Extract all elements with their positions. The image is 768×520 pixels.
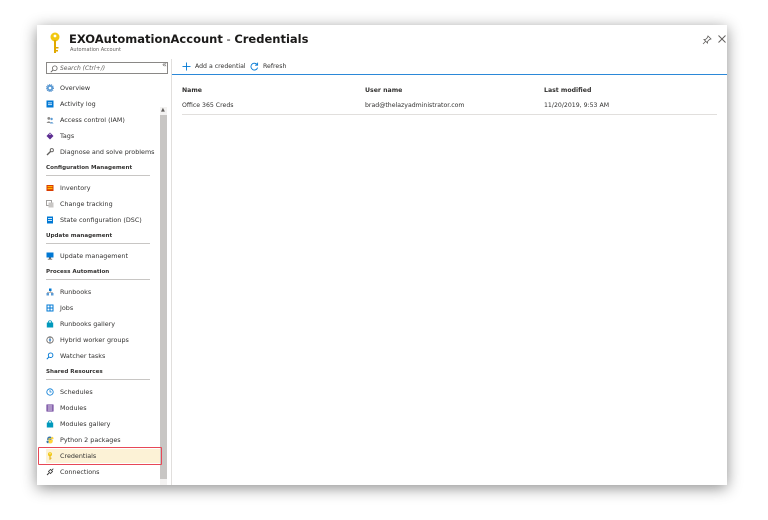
sidebar-item-python-packages[interactable]: Python 2 packages [46, 433, 160, 447]
sidebar-item-diagnose[interactable]: Diagnose and solve problems [46, 145, 160, 159]
sidebar-scrollbar-thumb[interactable] [160, 115, 167, 479]
sidebar-item-watcher-tasks[interactable]: Watcher tasks [46, 349, 160, 363]
sidebar-item-credentials[interactable]: Credentials [38, 447, 162, 465]
section-process-automation: Process Automation [46, 269, 156, 280]
sidebar-item-label: State configuration (DSC) [60, 216, 142, 224]
sidebar-item-label: Overview [60, 84, 91, 92]
modules-icon [46, 404, 54, 412]
sidebar-item-jobs[interactable]: Jobs [46, 301, 160, 315]
section-update-management: Update management [46, 233, 156, 244]
column-header-name[interactable]: Name [182, 87, 202, 94]
sidebar-item-connections[interactable]: Connections [46, 465, 160, 479]
sidebar-item-label: Schedules [60, 388, 93, 396]
column-header-user-name[interactable]: User name [365, 87, 402, 94]
bag-icon [46, 420, 54, 428]
add-credential-label: Add a credential [195, 62, 246, 70]
sidebar-item-label: Jobs [60, 304, 74, 312]
main-content: Add a credential Refresh Name User name … [172, 59, 727, 485]
sidebar-item-label: Diagnose and solve problems [60, 148, 155, 156]
page-title: EXOAutomationAccount - Credentials [69, 32, 308, 46]
pin-icon[interactable] [702, 35, 712, 45]
sidebar-item-change-tracking[interactable]: Change tracking [46, 197, 160, 211]
people-icon [46, 117, 54, 124]
monitor-icon [46, 252, 54, 260]
sidebar-item-access-control[interactable]: Access control (IAM) [46, 113, 160, 127]
scroll-up-arrow-icon[interactable]: ▲ [161, 107, 165, 113]
clock-icon [46, 388, 54, 396]
sidebar-item-label: Runbooks [60, 288, 92, 296]
inventory-icon [46, 185, 54, 191]
sidebar-item-label: Change tracking [60, 200, 113, 208]
search-icon [50, 65, 58, 73]
sidebar-item-label: Credentials [60, 452, 97, 460]
section-shared-resources: Shared Resources [46, 369, 156, 380]
sidebar-item-label: Modules [60, 404, 87, 412]
automation-account-blade: EXOAutomationAccount - Credentials Autom… [37, 25, 727, 485]
sidebar-item-modules[interactable]: Modules [46, 401, 160, 415]
sidebar-item-overview[interactable]: Overview [46, 81, 160, 95]
sidebar-item-update-management[interactable]: Update management [46, 249, 160, 263]
title-separator: - [222, 32, 235, 46]
refresh-label: Refresh [263, 62, 287, 70]
table-row[interactable]: Office 365 Creds brad@thelazyadministrat… [182, 102, 717, 115]
sidebar-item-label: Activity log [60, 100, 96, 108]
hybrid-icon [46, 336, 54, 344]
key-icon [50, 32, 60, 53]
sidebar-item-inventory[interactable]: Inventory [46, 181, 160, 195]
bag-icon [46, 320, 54, 328]
wrench-icon [46, 148, 54, 156]
refresh-button[interactable]: Refresh [250, 61, 286, 71]
plug-icon [46, 468, 54, 476]
change-tracking-icon [46, 200, 54, 208]
sidebar-item-label: Hybrid worker groups [60, 336, 129, 344]
sidebar: « ▲ Overview Activity log Access control… [37, 59, 171, 485]
section-configuration-management: Configuration Management [46, 165, 156, 176]
dsc-icon [47, 216, 53, 224]
sidebar-item-label: Tags [60, 132, 75, 140]
magnifier-icon [46, 352, 54, 360]
grid-header: Name User name Last modified [182, 87, 717, 99]
plus-icon [182, 62, 191, 70]
toolbar: Add a credential Refresh [172, 59, 727, 75]
sidebar-item-label: Runbooks gallery [60, 320, 116, 328]
search-box[interactable] [46, 62, 168, 74]
sidebar-item-label: Python 2 packages [60, 436, 121, 444]
key-icon [48, 452, 52, 460]
cell-name: Office 365 Creds [182, 102, 234, 109]
blade-header: EXOAutomationAccount - Credentials Autom… [37, 25, 727, 59]
python-icon [46, 436, 54, 444]
sidebar-item-schedules[interactable]: Schedules [46, 385, 160, 399]
sidebar-item-label: Inventory [60, 184, 91, 192]
sidebar-item-label: Access control (IAM) [60, 116, 125, 124]
collapse-sidebar-button[interactable]: « [162, 60, 167, 69]
jobs-icon [46, 304, 54, 312]
column-header-last-modified[interactable]: Last modified [544, 87, 591, 94]
cell-user-name: brad@thelazyadministrator.com [365, 102, 465, 109]
sidebar-item-label: Modules gallery [60, 420, 111, 428]
gear-icon [46, 84, 54, 92]
search-input[interactable] [60, 63, 165, 73]
sidebar-item-runbooks[interactable]: Runbooks [46, 285, 160, 299]
sidebar-item-runbooks-gallery[interactable]: Runbooks gallery [46, 317, 160, 331]
sidebar-item-label: Watcher tasks [60, 352, 106, 360]
activity-log-icon [46, 100, 54, 108]
title-account: EXOAutomationAccount [69, 32, 223, 46]
sidebar-item-tags[interactable]: Tags [46, 129, 160, 143]
sidebar-item-label: Connections [60, 468, 100, 476]
sidebar-item-label: Update management [60, 252, 128, 260]
sidebar-item-modules-gallery[interactable]: Modules gallery [46, 417, 160, 431]
add-credential-button[interactable]: Add a credential [182, 61, 246, 71]
sidebar-item-activity-log[interactable]: Activity log [46, 97, 160, 111]
tag-icon [46, 132, 54, 140]
sidebar-item-hybrid-worker-groups[interactable]: Hybrid worker groups [46, 333, 160, 347]
title-page: Credentials [234, 32, 309, 46]
runbooks-icon [46, 288, 54, 296]
refresh-icon [250, 62, 259, 70]
page-subtitle: Automation Account [70, 47, 121, 53]
cell-last-modified: 11/20/2019, 9:53 AM [544, 102, 610, 109]
sidebar-item-state-configuration[interactable]: State configuration (DSC) [46, 213, 160, 227]
close-icon[interactable] [717, 34, 727, 44]
